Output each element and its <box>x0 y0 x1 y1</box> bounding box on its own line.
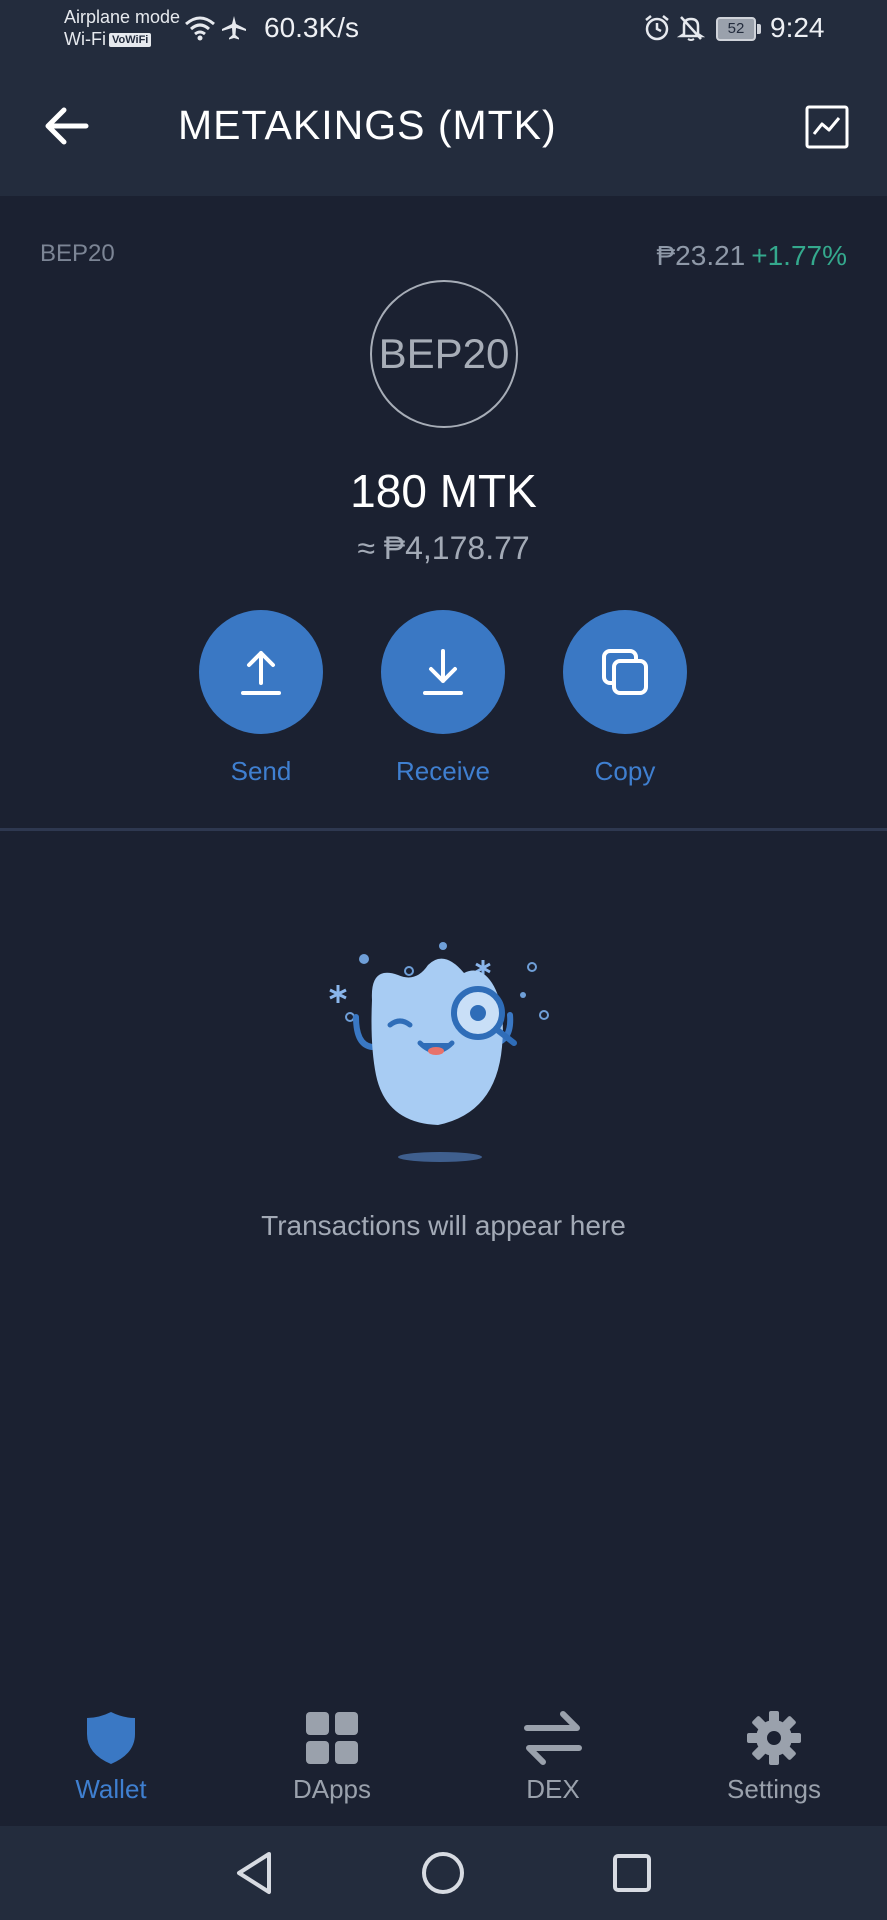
bottom-nav: Wallet DApps DEX Settings <box>0 1680 887 1826</box>
alarm-icon <box>645 15 669 41</box>
swap-icon <box>524 1711 582 1765</box>
price-change: +1.77% <box>751 240 847 271</box>
carrier-info: Airplane mode Wi-Fi VoWiFi <box>64 6 180 50</box>
line-chart-icon[interactable] <box>804 104 850 150</box>
battery-icon: 52 <box>716 17 762 41</box>
airplane-icon <box>222 16 246 40</box>
vowifi-badge: VoWiFi <box>108 33 152 48</box>
header: METAKINGS (MTK) <box>0 60 887 196</box>
back-button[interactable] <box>40 102 96 150</box>
shield-icon <box>87 1712 135 1764</box>
token-balance: 180 MTK <box>350 465 537 517</box>
bell-off-icon <box>677 16 705 41</box>
copy-circle[interactable] <box>563 610 687 734</box>
empty-state-text: Transactions will appear here <box>261 1210 626 1241</box>
send-label: Send <box>230 756 292 786</box>
upload-icon <box>241 651 281 695</box>
app-screen: Airplane mode Wi-Fi VoWiFi 60.3K/s 52 9:2… <box>0 0 887 1920</box>
nav-label-dex: DEX <box>526 1774 580 1804</box>
network-speed: 60.3K/s <box>264 12 359 43</box>
nav-item-wallet[interactable]: Wallet <box>31 1708 191 1818</box>
nav-item-settings[interactable]: Settings <box>694 1708 854 1818</box>
token-summary: BEP20 ₱23.21 +1.77% BEP20 180 MTK ≈ ₱4,17… <box>0 196 887 828</box>
system-recents-icon[interactable] <box>607 1848 657 1898</box>
wifi-icon <box>185 16 215 41</box>
system-home-icon[interactable] <box>418 1848 468 1898</box>
page-title: METAKINGS (MTK) <box>178 102 557 148</box>
gear-icon <box>747 1711 801 1765</box>
grid-icon <box>306 1712 358 1764</box>
receive-button[interactable]: Receive <box>381 610 505 790</box>
token-price: ₱23.21 +1.77% <box>657 240 848 272</box>
send-button[interactable]: Send <box>199 610 323 790</box>
nav-label-wallet: Wallet <box>75 1774 147 1804</box>
carrier-line-1: Airplane mode <box>64 7 181 27</box>
battery-level: 52 <box>716 17 756 41</box>
action-buttons: Send Receive Copy <box>0 610 887 790</box>
system-nav-bar <box>0 1826 887 1920</box>
send-circle[interactable] <box>199 610 323 734</box>
nav-item-dex[interactable]: DEX <box>473 1708 633 1818</box>
fiat-balance: ≈ ₱4,178.77 <box>357 530 530 566</box>
receive-circle[interactable] <box>381 610 505 734</box>
copy-label: Copy <box>594 756 656 786</box>
download-icon <box>423 649 463 695</box>
system-back-icon[interactable] <box>229 1848 279 1898</box>
clock: 9:24 <box>770 12 825 43</box>
price-value: ₱23.21 <box>656 240 746 271</box>
receive-label: Receive <box>396 756 490 786</box>
copy-icon <box>602 649 648 695</box>
copy-button[interactable]: Copy <box>563 610 687 790</box>
wifi-label: Wi-Fi <box>64 29 106 49</box>
network-label: BEP20 <box>40 240 115 267</box>
nav-item-dapps[interactable]: DApps <box>252 1708 412 1818</box>
carrier-line-2: Wi-Fi VoWiFi <box>64 28 180 50</box>
nav-label-dapps: DApps <box>292 1774 372 1804</box>
section-divider <box>0 828 887 831</box>
nav-label-settings: Settings <box>727 1774 821 1804</box>
empty-state-illustration <box>329 942 549 1162</box>
token-logo: BEP20 <box>370 280 518 428</box>
status-bar: Airplane mode Wi-Fi VoWiFi 60.3K/s 52 9:2… <box>0 0 887 60</box>
